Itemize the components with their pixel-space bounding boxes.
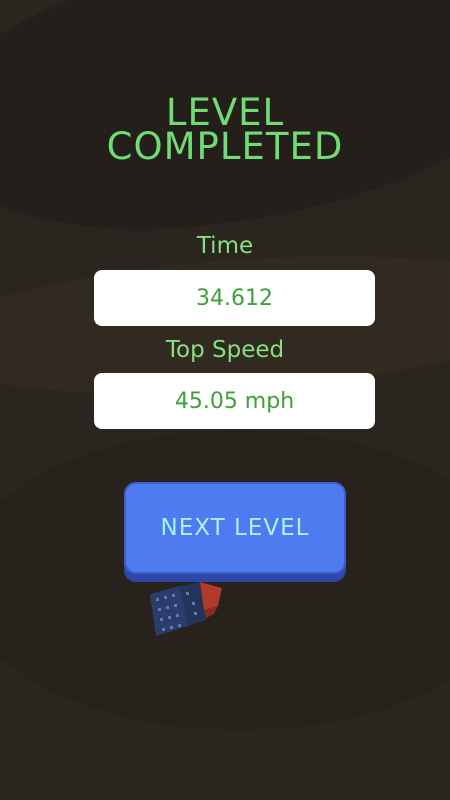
top-speed-label: Top Speed (165, 337, 285, 363)
car-icon (150, 582, 222, 636)
title-line-2: COMPLETED (106, 125, 344, 168)
time-label: Time (196, 233, 254, 259)
level-completed-title: LEVEL COMPLETED (0, 94, 450, 168)
top-speed-value: 45.05 mph (94, 373, 375, 429)
level-completed-screen: LEVEL COMPLETED Time 34.612 Top Speed 45… (0, 0, 450, 800)
time-value: 34.612 (94, 270, 375, 326)
next-level-button[interactable]: NEXT LEVEL (124, 482, 346, 574)
